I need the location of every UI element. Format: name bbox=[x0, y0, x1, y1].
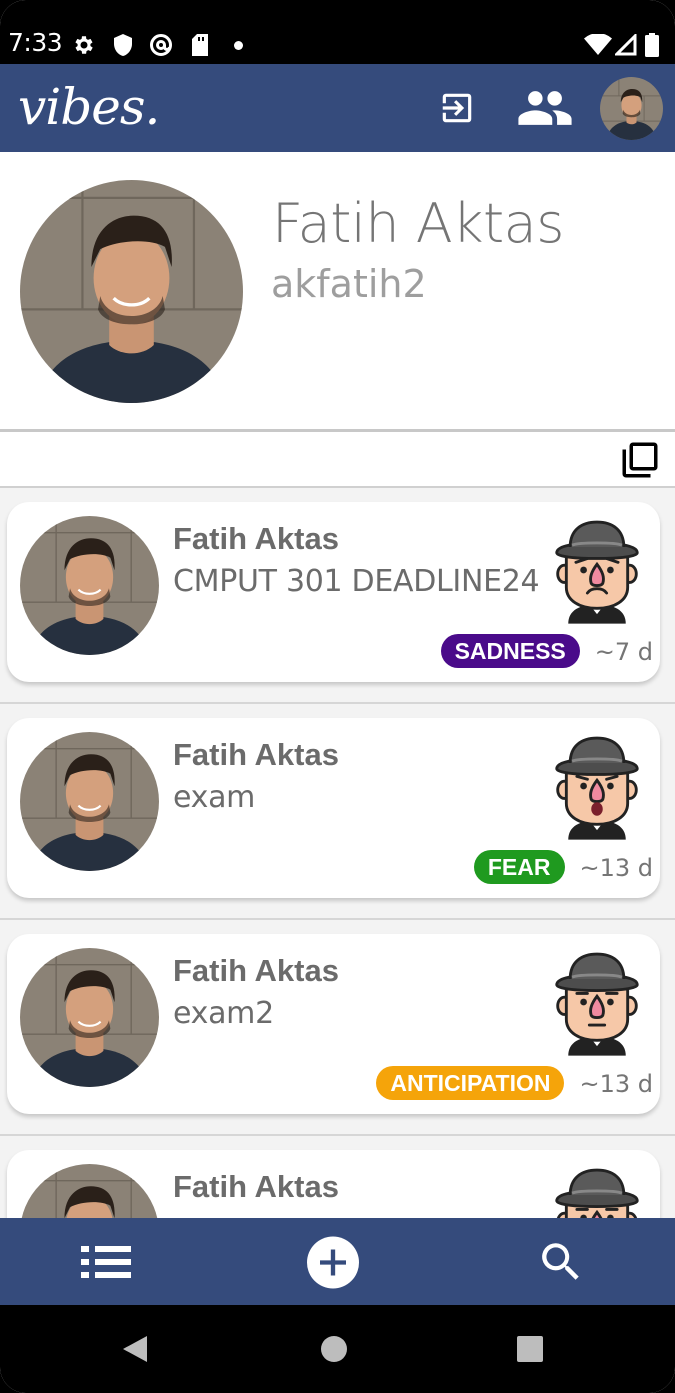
signal-icon bbox=[614, 33, 638, 57]
logout-button[interactable] bbox=[433, 84, 481, 132]
profile-header: Fatih Aktas akfatih2 bbox=[0, 152, 675, 430]
logout-icon bbox=[442, 93, 472, 123]
gear-icon bbox=[72, 33, 96, 57]
people-button[interactable] bbox=[515, 84, 575, 132]
author-name: Fatih Aktas bbox=[173, 737, 339, 772]
author-avatar bbox=[20, 516, 159, 655]
search-button[interactable] bbox=[535, 1236, 587, 1288]
system-nav-bar bbox=[0, 1305, 675, 1393]
mood-card[interactable]: Fatih Aktas bbox=[7, 1150, 660, 1218]
mood-text: exam bbox=[173, 780, 256, 815]
recents-square-icon bbox=[517, 1336, 543, 1362]
emotion-badge: ANTICIPATION bbox=[376, 1066, 565, 1100]
bottom-nav bbox=[0, 1218, 675, 1305]
status-time: 7:33 bbox=[8, 28, 63, 57]
wifi-icon bbox=[584, 33, 612, 57]
profile-photo bbox=[20, 180, 243, 403]
profile-username: akfatih2 bbox=[271, 262, 427, 306]
mood-text: exam2 bbox=[173, 996, 274, 1031]
list-button[interactable] bbox=[80, 1236, 132, 1288]
view-toggle-button[interactable] bbox=[616, 436, 664, 484]
mood-text: CMPUT 301 DEADLINE24 bbox=[173, 564, 540, 599]
at-sign-icon bbox=[149, 33, 173, 57]
emotion-badge: SADNESS bbox=[440, 634, 580, 668]
mood-card[interactable]: Fatih Aktas CMPUT 301 DEADLINE24 ~7 d SADNE… bbox=[7, 502, 660, 682]
sd-card-icon bbox=[188, 33, 212, 57]
author-avatar bbox=[20, 732, 159, 871]
post-time: ~13 d bbox=[579, 854, 653, 882]
home-button[interactable] bbox=[318, 1333, 350, 1365]
feed-toolbar bbox=[0, 432, 675, 486]
emotion-badge: FEAR bbox=[473, 850, 565, 884]
author-name: Fatih Aktas bbox=[173, 521, 339, 556]
app-logo: vibes. bbox=[18, 78, 160, 136]
list-icon bbox=[81, 1246, 131, 1278]
author-avatar bbox=[20, 1164, 159, 1218]
shield-icon bbox=[111, 33, 135, 57]
feed-item: Fatih Aktas exam ~13 d FEAR bbox=[0, 704, 675, 920]
post-time: ~13 d bbox=[579, 1070, 653, 1098]
avatar[interactable] bbox=[600, 77, 663, 140]
author-avatar bbox=[20, 948, 159, 1087]
post-time: ~7 d bbox=[594, 638, 653, 666]
neutral-face-icon bbox=[551, 948, 643, 1056]
author-name: Fatih Aktas bbox=[173, 953, 339, 988]
home-circle-icon bbox=[321, 1336, 347, 1362]
neutral-face-icon bbox=[551, 1164, 643, 1218]
author-name: Fatih Aktas bbox=[173, 1169, 339, 1204]
mood-card[interactable]: Fatih Aktas exam2 ~13 d ANTICIPATION bbox=[7, 934, 660, 1114]
mood-card[interactable]: Fatih Aktas exam ~13 d FEAR bbox=[7, 718, 660, 898]
recents-button[interactable] bbox=[514, 1333, 546, 1365]
app-bar: vibes. bbox=[0, 64, 675, 152]
battery-icon bbox=[644, 33, 660, 57]
people-icon bbox=[518, 91, 572, 125]
feed-item: Fatih Aktas bbox=[0, 1136, 675, 1218]
notification-dot-icon bbox=[234, 41, 243, 50]
feed-item: Fatih Aktas CMPUT 301 DEADLINE24 ~7 d SADNE… bbox=[0, 488, 675, 704]
add-button[interactable] bbox=[307, 1236, 359, 1288]
back-triangle-icon bbox=[123, 1336, 147, 1362]
copy-icon bbox=[622, 442, 658, 478]
mood-feed[interactable]: Fatih Aktas CMPUT 301 DEADLINE24 ~7 d SADNE… bbox=[0, 486, 675, 1218]
fear-face-icon bbox=[551, 732, 643, 840]
back-button[interactable] bbox=[118, 1333, 150, 1365]
status-bar: 7:33 bbox=[0, 0, 675, 64]
sad-face-icon bbox=[551, 516, 643, 624]
feed-item: Fatih Aktas exam2 ~13 d ANTICIPATION bbox=[0, 920, 675, 1136]
add-circle-icon bbox=[307, 1236, 359, 1288]
search-icon bbox=[542, 1243, 579, 1280]
app-screen: 7:33 vibes. Fatih Aktas akfatih2 Fatih A… bbox=[0, 0, 675, 1393]
profile-name: Fatih Aktas bbox=[272, 192, 564, 255]
